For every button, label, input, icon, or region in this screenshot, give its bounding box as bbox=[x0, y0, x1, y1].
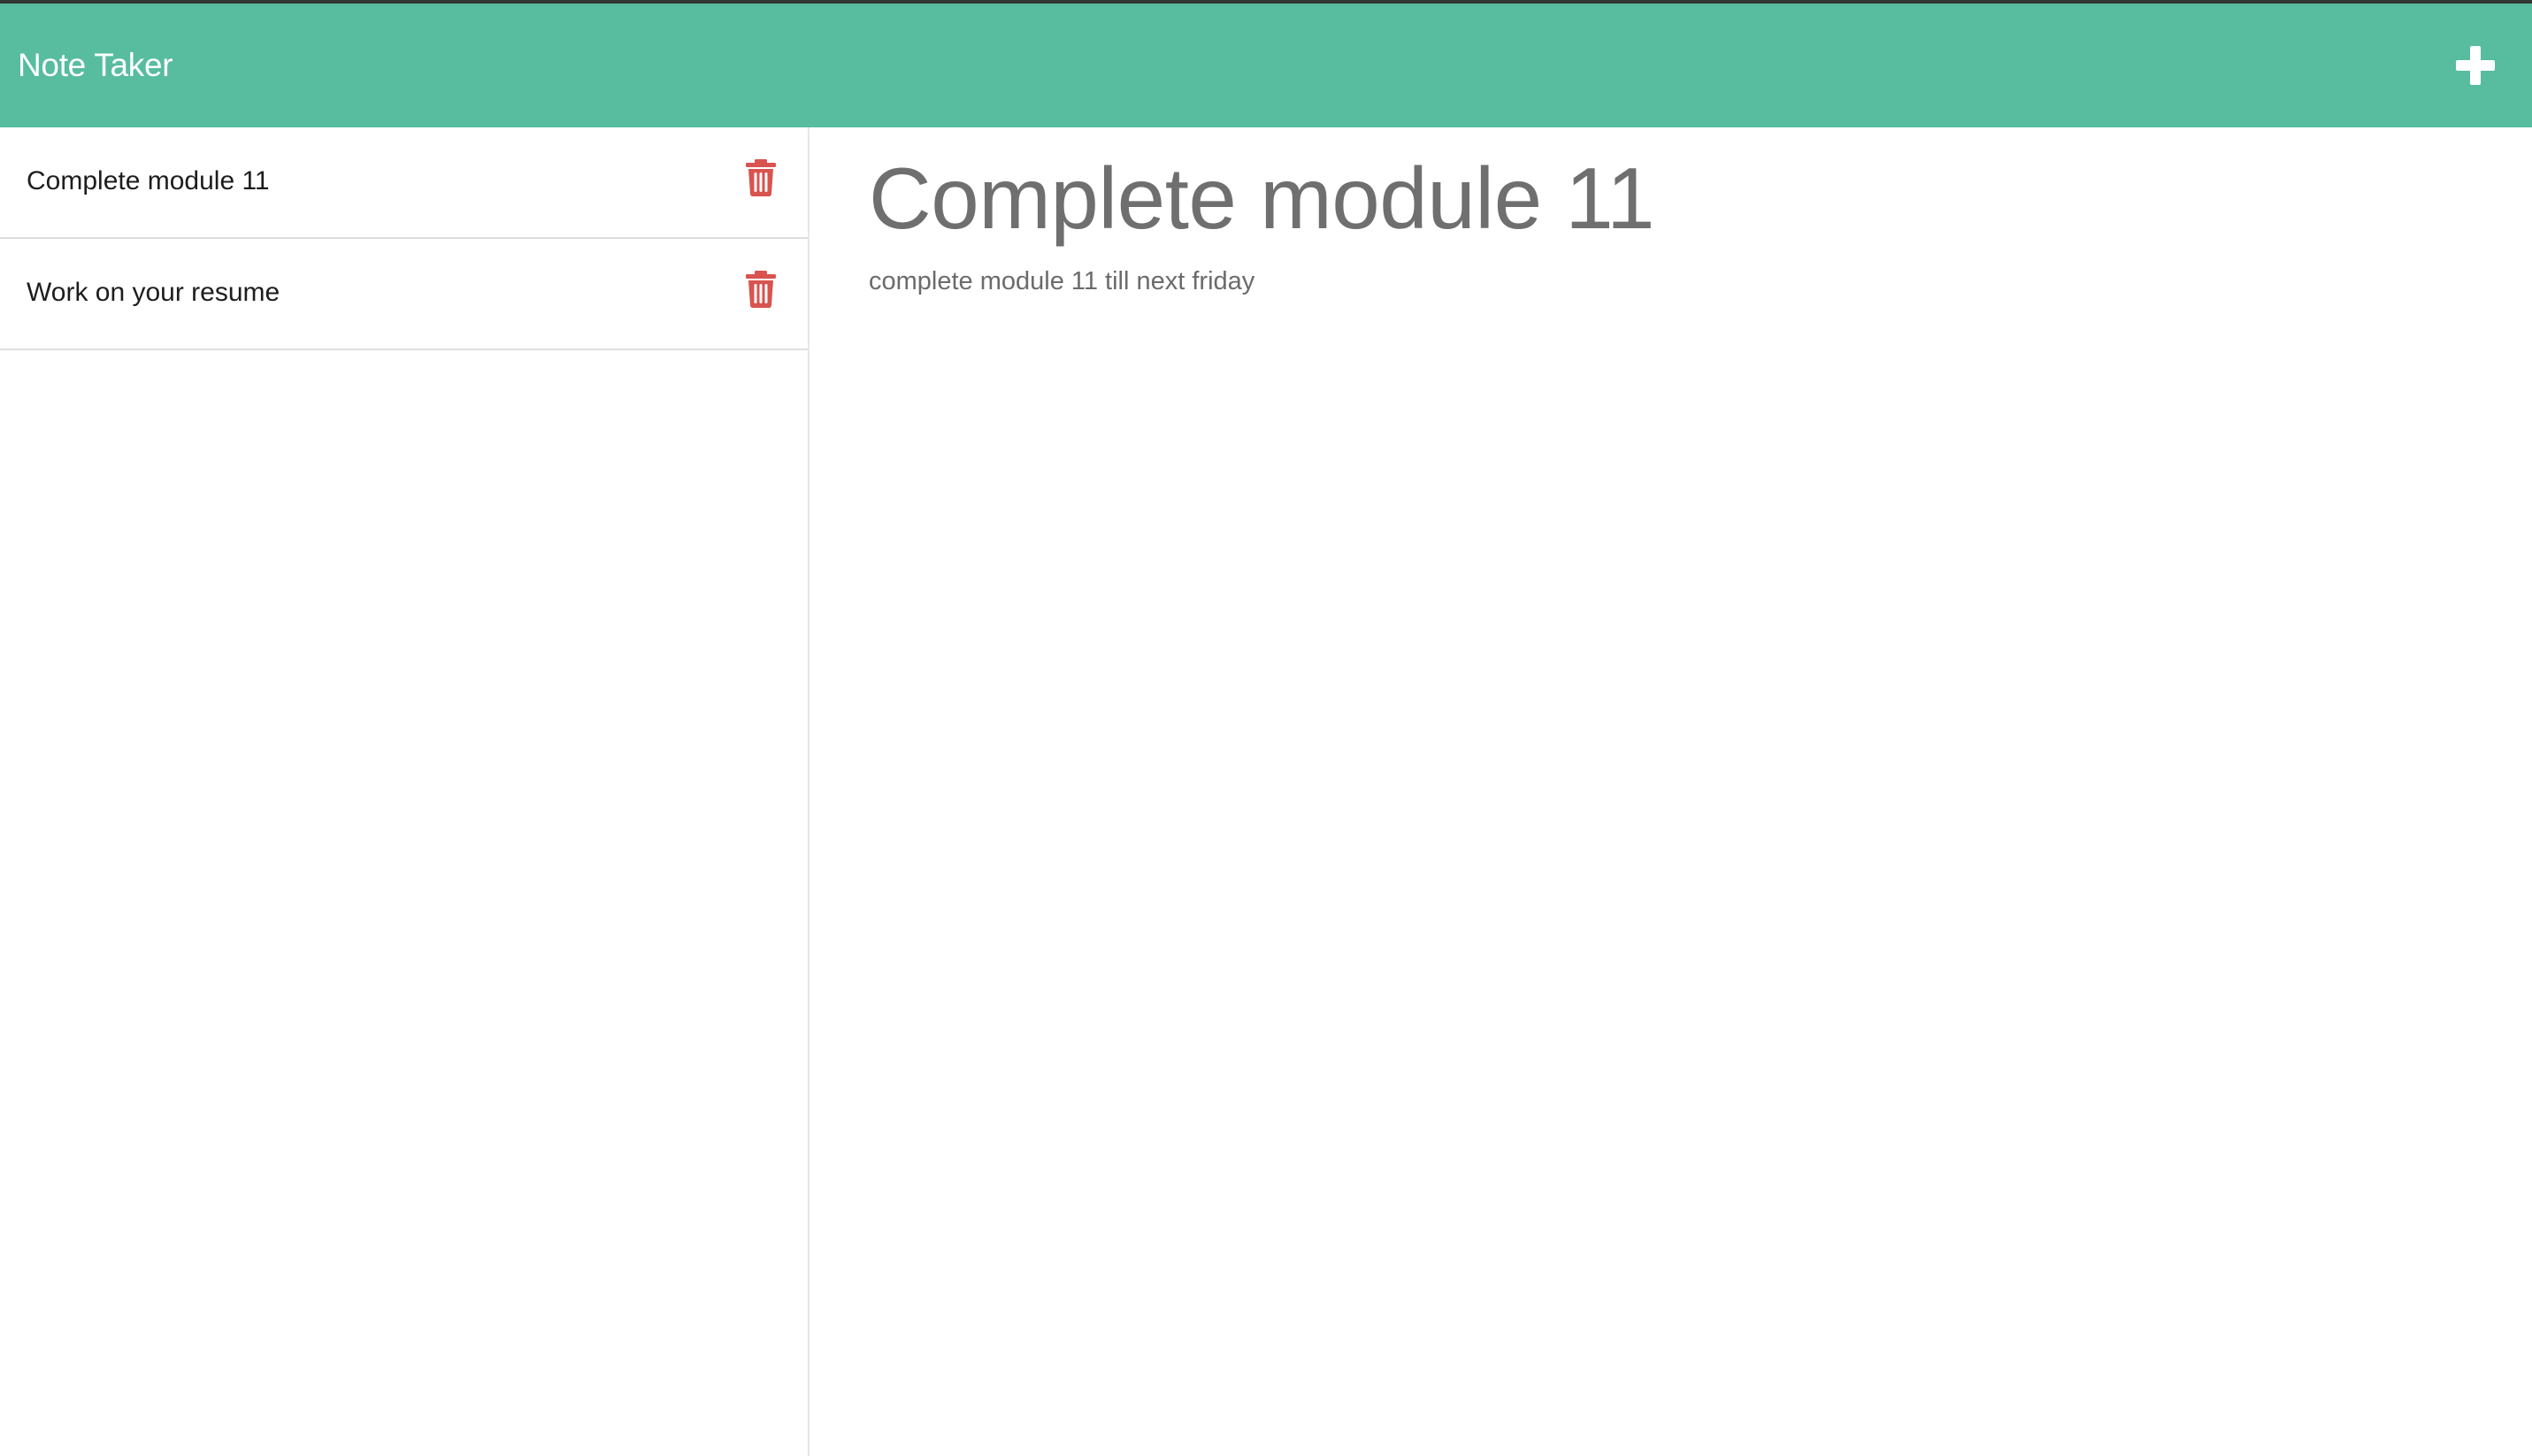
note-list: Complete module 11 Work on your resume bbox=[0, 127, 809, 1456]
note-list-item[interactable]: Work on your resume bbox=[0, 239, 808, 350]
app-title[interactable]: Note Taker bbox=[18, 4, 173, 127]
new-note-button[interactable] bbox=[2449, 39, 2502, 92]
note-editor: Complete module 11 complete module 11 ti… bbox=[811, 127, 2532, 1456]
note-list-item-title: Work on your resume bbox=[27, 278, 280, 307]
note-list-item[interactable]: Complete module 11 bbox=[0, 127, 808, 239]
note-list-item-title: Complete module 11 bbox=[27, 166, 270, 195]
trash-icon[interactable] bbox=[745, 159, 777, 196]
note-text-area[interactable]: complete module 11 till next friday bbox=[869, 265, 1254, 297]
navbar: Note Taker bbox=[0, 4, 2532, 127]
trash-icon[interactable] bbox=[745, 271, 777, 308]
note-title-field[interactable]: Complete module 11 bbox=[869, 145, 1655, 251]
plus-icon bbox=[2456, 46, 2495, 85]
